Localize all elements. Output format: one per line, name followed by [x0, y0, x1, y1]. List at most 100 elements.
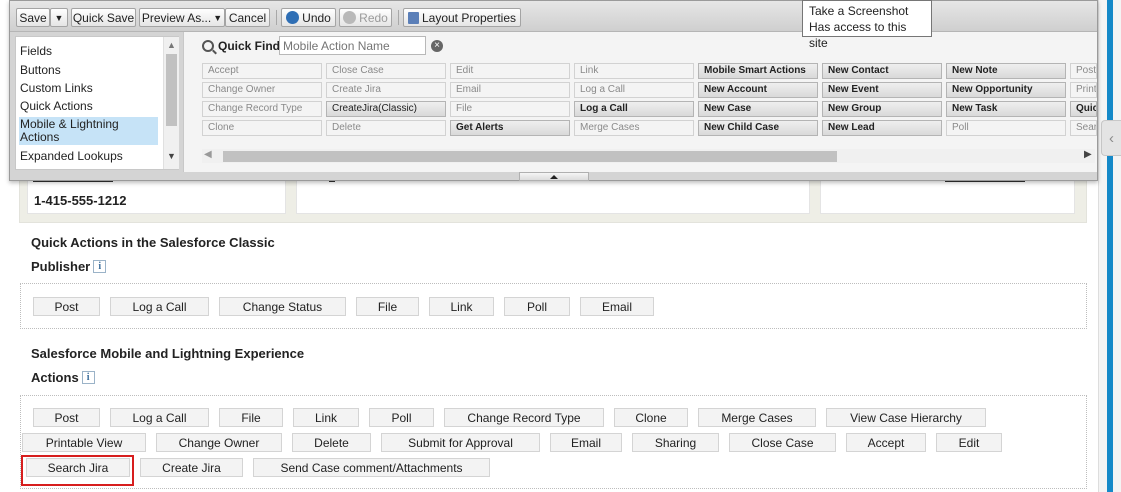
cancel-button[interactable]: Cancel — [225, 8, 270, 27]
mobile-action-merge-cases[interactable]: Merge Cases — [698, 408, 816, 427]
palette-action-file[interactable]: File — [450, 101, 570, 117]
classic-action-poll[interactable]: Poll — [504, 297, 570, 316]
save-button[interactable]: Save — [16, 8, 50, 27]
palette-action-print[interactable]: Print — [1070, 82, 1097, 98]
mobile-action-submit-for-approval[interactable]: Submit for Approval — [381, 433, 540, 452]
mobile-action-poll[interactable]: Poll — [369, 408, 434, 427]
mobile-action-edit[interactable]: Edit — [936, 433, 1002, 452]
classic-action-change-status[interactable]: Change Status — [219, 297, 346, 316]
palette-action-delete[interactable]: Delete — [326, 120, 446, 136]
palette-action-new-event[interactable]: New Event — [822, 82, 942, 98]
palette-action-post[interactable]: Post — [1070, 63, 1097, 79]
palette-action-new-case[interactable]: New Case — [698, 101, 818, 117]
classic-action-file[interactable]: File — [356, 297, 419, 316]
info-icon[interactable]: i — [93, 260, 107, 273]
palette-action-create-jira[interactable]: Create Jira — [326, 82, 446, 98]
scroll-thumb[interactable] — [166, 54, 177, 126]
clear-icon[interactable]: × — [431, 40, 443, 52]
mobile-action-log-a-call[interactable]: Log a Call — [110, 408, 209, 427]
classic-action-link[interactable]: Link — [429, 297, 494, 316]
mobile-action-sharing[interactable]: Sharing — [632, 433, 719, 452]
mobile-action-change-record-type[interactable]: Change Record Type — [444, 408, 604, 427]
horizontal-scroll-thumb[interactable] — [223, 151, 837, 162]
palette-action-email[interactable]: Email — [450, 82, 570, 98]
palette-action-new-account[interactable]: New Account — [698, 82, 818, 98]
highlight-box — [21, 455, 134, 486]
mobile-section-subtitle: Actions i — [31, 370, 95, 385]
palette-action-new-lead[interactable]: New Lead — [822, 120, 942, 136]
palette-action-new-contact[interactable]: New Contact — [822, 63, 942, 79]
palette-action-log-a-call-2[interactable]: Log a Call — [574, 101, 694, 117]
palette-action-search[interactable]: Search — [1070, 120, 1097, 136]
classic-action-email[interactable]: Email — [580, 297, 654, 316]
classic-section-title: Quick Actions in the Salesforce Classic — [31, 235, 275, 250]
palette-action-new-child-case[interactable]: New Child Case — [698, 120, 818, 136]
toolbar-divider — [398, 10, 399, 25]
mobile-action-email[interactable]: Email — [550, 433, 622, 452]
palette-action-log-a-call[interactable]: Log a Call — [574, 82, 694, 98]
undo-button[interactable]: Undo — [281, 8, 336, 27]
category-fields[interactable]: Fields — [20, 45, 52, 58]
palette-action-close-case[interactable]: Close Case — [326, 63, 446, 79]
mobile-action-clone[interactable]: Clone — [614, 408, 688, 427]
mobile-action-create-jira[interactable]: Create Jira — [140, 458, 243, 477]
palette-action-merge-cases[interactable]: Merge Cases — [574, 120, 694, 136]
layout-properties-button[interactable]: Layout Properties — [403, 8, 521, 27]
quick-save-button[interactable]: Quick Save — [71, 8, 136, 27]
category-scrollbar[interactable]: ▲ ▼ — [163, 37, 179, 169]
palette-action-change-record-type[interactable]: Change Record Type — [202, 101, 322, 117]
classic-action-log-a-call[interactable]: Log a Call — [110, 297, 209, 316]
collapse-tab-chevron-icon[interactable]: ‹ — [1101, 120, 1121, 156]
redo-button[interactable]: Redo — [339, 8, 392, 27]
category-quick-actions[interactable]: Quick Actions — [20, 100, 93, 113]
palette-action-edit[interactable]: Edit — [450, 63, 570, 79]
classic-action-post[interactable]: Post — [33, 297, 100, 316]
quick-find-label: Quick Find — [202, 39, 280, 53]
mobile-action-printable-view[interactable]: Printable View — [22, 433, 146, 452]
mobile-action-send-case-comment[interactable]: Send Case comment/Attachments — [253, 458, 490, 477]
palette-action-accept[interactable]: Accept — [202, 63, 322, 79]
palette-horizontal-scrollbar[interactable]: ◀ ▶ — [202, 149, 1095, 163]
search-icon — [202, 40, 214, 52]
palette-action-get-alerts[interactable]: Get Alerts — [450, 120, 570, 136]
quick-find-input[interactable] — [279, 36, 426, 55]
save-dropdown-chevron-down-icon[interactable]: ▼ — [50, 8, 68, 27]
mobile-action-post[interactable]: Post — [33, 408, 100, 427]
palette-action-new-note[interactable]: New Note — [946, 63, 1066, 79]
palette-action-new-task[interactable]: New Task — [946, 101, 1066, 117]
scroll-up-icon[interactable]: ▲ — [167, 40, 176, 50]
palette-action-mobile-smart-actions[interactable]: Mobile Smart Actions — [698, 63, 818, 79]
tooltip-line-1: Take a Screenshot — [809, 4, 909, 18]
mobile-action-file[interactable]: File — [219, 408, 283, 427]
preview-as-button[interactable]: Preview As... ▼ — [139, 8, 225, 27]
category-expanded-lookups[interactable]: Expanded Lookups — [20, 150, 123, 163]
info-icon[interactable]: i — [81, 371, 95, 384]
palette-action-link[interactable]: Link — [574, 63, 694, 79]
palette-collapse-handle[interactable] — [519, 172, 589, 181]
mobile-action-view-case-hierarchy[interactable]: View Case Hierarchy — [826, 408, 986, 427]
layout-properties-label: Layout Properties — [421, 10, 517, 25]
mobile-action-close-case[interactable]: Close Case — [729, 433, 836, 452]
scroll-left-icon[interactable]: ◀ — [204, 149, 212, 160]
palette-action-new-opportunity[interactable]: New Opportunity — [946, 82, 1066, 98]
scroll-down-icon[interactable]: ▼ — [167, 151, 176, 161]
palette-action-clone[interactable]: Clone — [202, 120, 322, 136]
tooltip-line-2: Has access to this site — [809, 20, 907, 50]
palette-action-quick[interactable]: Quick — [1070, 101, 1097, 117]
palette-action-poll[interactable]: Poll — [946, 120, 1066, 136]
category-mobile-lightning-actions[interactable]: Mobile & Lightning Actions — [19, 117, 158, 145]
layout-editor-palette: Save ▼ Quick Save Preview As... ▼ Cancel … — [9, 0, 1098, 181]
palette-action-change-owner[interactable]: Change Owner — [202, 82, 322, 98]
mobile-action-accept[interactable]: Accept — [846, 433, 926, 452]
mobile-action-delete[interactable]: Delete — [292, 433, 371, 452]
palette-action-createjira-classic[interactable]: CreateJira(Classic) — [326, 101, 446, 117]
mobile-action-link[interactable]: Link — [293, 408, 359, 427]
category-buttons[interactable]: Buttons — [20, 64, 61, 77]
chevron-down-icon: ▼ — [213, 12, 223, 23]
scroll-right-icon[interactable]: ▶ — [1084, 149, 1092, 160]
redo-label: Redo — [359, 10, 388, 25]
palette-category-list: Fields Buttons Custom Links Quick Action… — [15, 36, 179, 170]
mobile-action-change-owner[interactable]: Change Owner — [156, 433, 282, 452]
palette-action-new-group[interactable]: New Group — [822, 101, 942, 117]
category-custom-links[interactable]: Custom Links — [20, 82, 93, 95]
